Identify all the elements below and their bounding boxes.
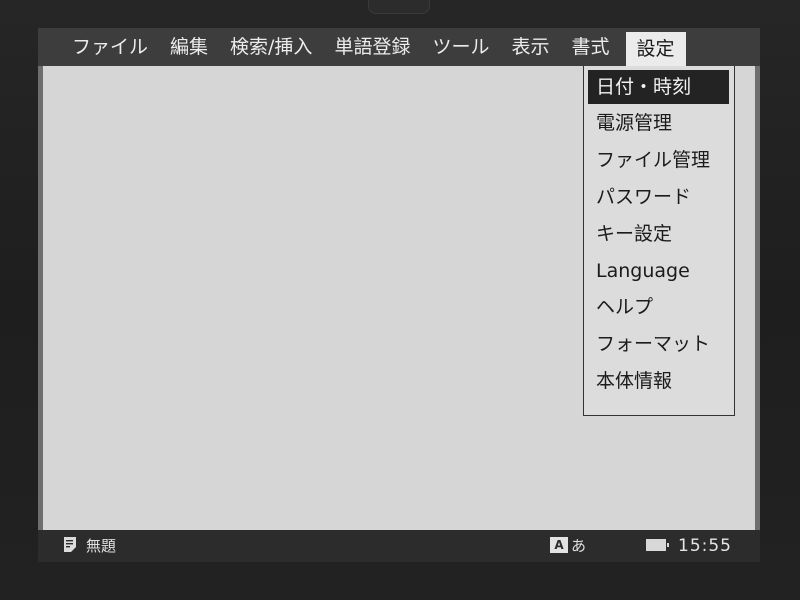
device-bezel: ファイル 編集 検索/挿入 単語登録 ツール 表示 書式 設定 日付・時刻 電源… <box>0 0 800 600</box>
menu-file[interactable]: ファイル <box>38 28 159 66</box>
settings-dropdown-menu: 日付・時刻 電源管理 ファイル管理 パスワード キー設定 Language ヘル… <box>583 66 735 416</box>
settings-item-format[interactable]: フォーマット <box>584 327 733 361</box>
input-mode-indicator: A あ <box>550 536 587 555</box>
menu-bar: ファイル 編集 検索/挿入 単語登録 ツール 表示 書式 設定 <box>38 28 760 66</box>
battery-icon <box>646 539 669 551</box>
menu-edit[interactable]: 編集 <box>159 28 219 66</box>
ime-mode-kana: あ <box>571 536 587 555</box>
menu-search-insert[interactable]: 検索/挿入 <box>219 28 323 66</box>
settings-item-date-time[interactable]: 日付・時刻 <box>588 70 729 104</box>
settings-item-device-info[interactable]: 本体情報 <box>584 364 733 398</box>
menu-view[interactable]: 表示 <box>500 28 560 66</box>
settings-item-key-settings[interactable]: キー設定 <box>584 217 733 251</box>
device-top-button <box>368 0 430 14</box>
settings-item-power-management[interactable]: 電源管理 <box>584 106 733 140</box>
ime-mode-alpha: A <box>550 537 568 553</box>
settings-item-help[interactable]: ヘルプ <box>584 290 733 324</box>
document-title: 無題 <box>86 537 117 555</box>
settings-item-password[interactable]: パスワード <box>584 180 733 214</box>
menu-format[interactable]: 書式 <box>560 28 620 66</box>
document-icon <box>64 537 76 552</box>
menu-word-registration[interactable]: 単語登録 <box>323 28 421 66</box>
device-screen: ファイル 編集 検索/挿入 単語登録 ツール 表示 書式 設定 日付・時刻 電源… <box>38 28 760 562</box>
settings-item-language[interactable]: Language <box>584 254 733 288</box>
status-bar: 無題 A あ 15:55 <box>38 530 760 562</box>
status-clock: 15:55 <box>678 536 732 556</box>
menu-tools[interactable]: ツール <box>421 28 500 66</box>
menu-settings[interactable]: 設定 <box>625 32 686 66</box>
settings-item-file-management[interactable]: ファイル管理 <box>584 143 733 177</box>
